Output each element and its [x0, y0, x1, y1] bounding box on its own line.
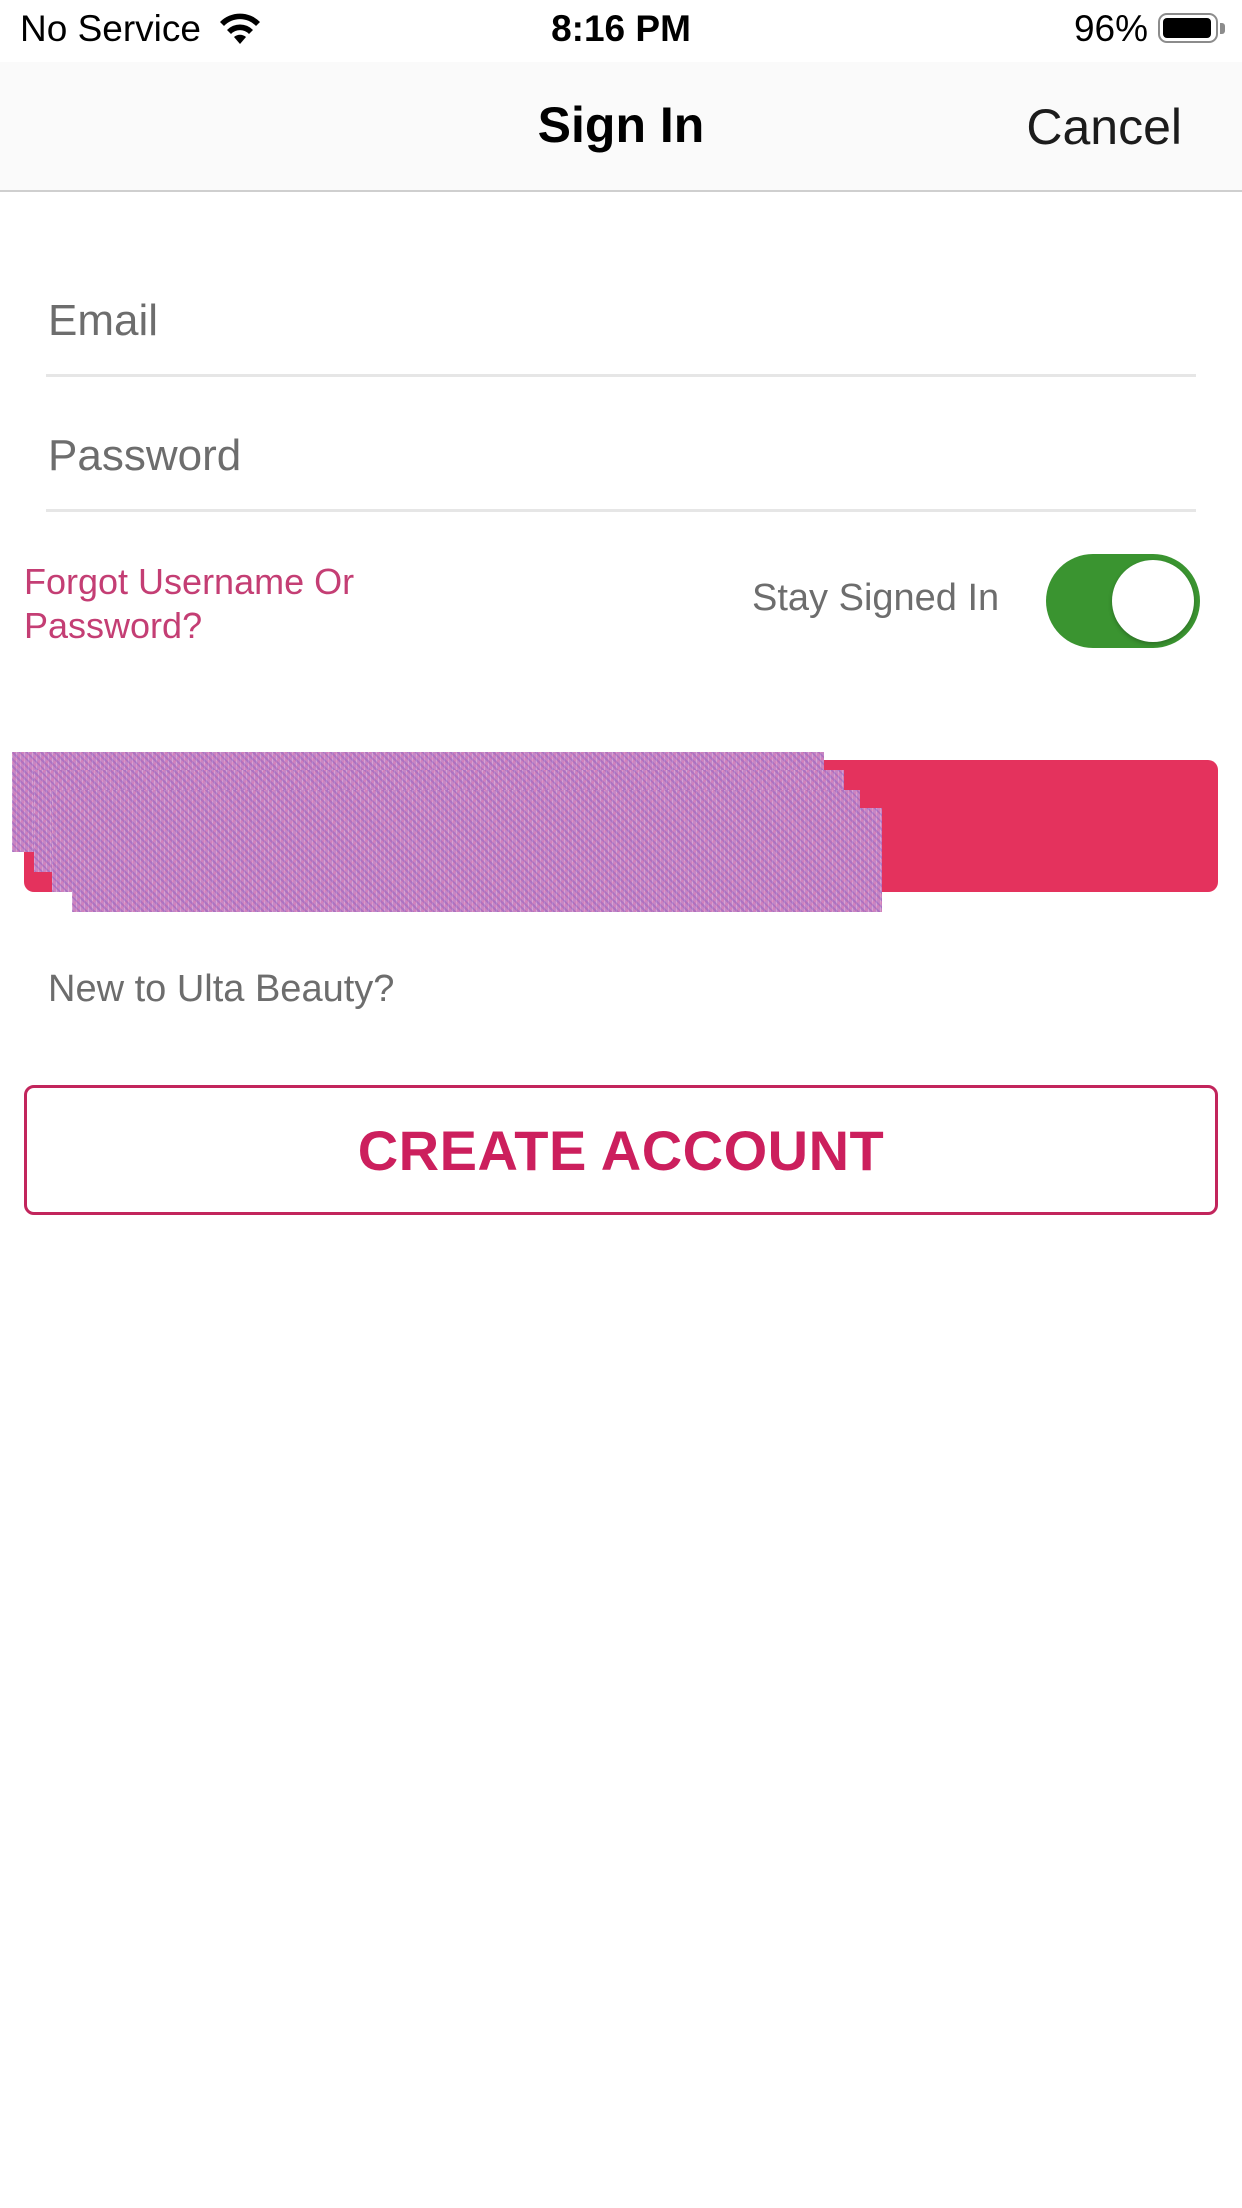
create-account-button[interactable]: CREATE ACCOUNT	[24, 1085, 1218, 1215]
password-field-row	[46, 413, 1196, 512]
navigation-bar: Sign In Cancel	[0, 62, 1242, 192]
stay-signed-in-toggle[interactable]	[1046, 554, 1200, 648]
redaction-noise	[72, 808, 882, 912]
battery-icon	[1158, 13, 1226, 45]
email-field-row	[46, 278, 1196, 377]
email-field[interactable]	[48, 296, 1148, 346]
forgot-credentials-link[interactable]: Forgot Username Or Password?	[24, 560, 404, 648]
password-field[interactable]	[48, 431, 1148, 481]
battery-percent: 96%	[1073, 8, 1148, 49]
toggle-knob	[1112, 560, 1194, 642]
status-bar: No Service 8:16 PM 96%	[0, 0, 1242, 62]
cancel-button[interactable]: Cancel	[1026, 98, 1182, 156]
stay-signed-in-label: Stay Signed In	[752, 577, 1000, 619]
status-time: 8:16 PM	[551, 8, 691, 49]
status-right: 96%	[1074, 8, 1226, 50]
new-customer-prompt: New to Ulta Beauty?	[48, 968, 395, 1010]
